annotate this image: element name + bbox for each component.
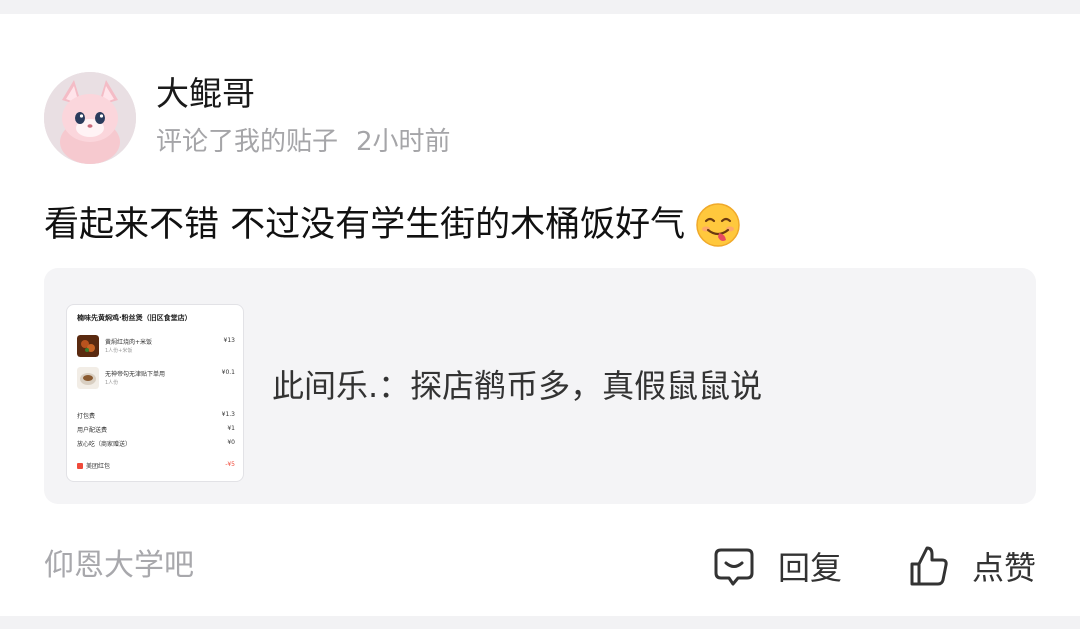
coupon-icon <box>77 462 83 469</box>
thumb-shop-title: 楠味先黄焖鸡·粉丝煲（旧区食堂店） <box>77 314 192 322</box>
like-button[interactable]: 点赞 <box>908 542 1036 590</box>
forum-name[interactable]: 仰恩大学吧 <box>44 546 194 586</box>
action-text: 评论了我的贴子 <box>156 127 339 157</box>
reply-label: 回复 <box>778 549 843 587</box>
quoted-post-text: 此间乐.：探店鹡币多，真假鼠鼠说 <box>272 367 763 405</box>
avatar[interactable] <box>44 72 136 164</box>
thumb-fee-row: 放心吃（商家赠送） ¥0 <box>77 439 235 449</box>
thumb-fee-value: ¥0 <box>227 439 235 446</box>
food-image-icon <box>77 367 99 389</box>
avatar-image <box>44 72 136 164</box>
food-image-icon <box>77 335 99 357</box>
comment-text-row: 看起来不错 不过没有学生街的木桶饭好气 <box>44 200 741 250</box>
thumb-fee-label: 放心吃（商家赠送） <box>77 441 132 448</box>
timestamp: 2小时前 <box>356 127 451 157</box>
thumb-coupon-label-wrap: 美团红包 <box>77 461 110 470</box>
thumb-coupon-row: 美团红包 -¥5 <box>77 461 235 471</box>
reply-button[interactable]: 回复 <box>712 542 842 590</box>
thumb-fee-row: 打包费 ¥1.3 <box>77 411 235 421</box>
thumb-item-name: 黄焖红烧肉+米饭 <box>105 339 153 346</box>
thumb-item-name: 无神帝勾无津贴下单用 <box>105 371 166 378</box>
thumb-fee-label: 打包费 <box>77 413 96 420</box>
thumb-item-row: 无神帝勾无津贴下单用 1人份 ¥0.1 <box>77 367 235 393</box>
thumb-fee-label: 用户配送费 <box>77 427 108 434</box>
notification-card[interactable]: 大鲲哥 评论了我的贴子 2小时前 看起来不错 不过没有学生街的木桶饭好气 楠味先黄… <box>0 14 1080 616</box>
thumb-item-price: ¥0.1 <box>221 369 235 376</box>
thumbs-up-icon <box>910 546 948 586</box>
thumb-coupon-value: -¥5 <box>225 461 235 468</box>
thumb-item-row: 黄焖红烧肉+米饭 1人份+米饭 ¥13 <box>77 335 235 361</box>
thumb-fee-value: ¥1 <box>227 425 235 432</box>
thumb-item-price: ¥13 <box>223 337 235 344</box>
thumb-coupon-label: 美团红包 <box>86 463 111 470</box>
thumb-fee-value: ¥1.3 <box>221 411 235 418</box>
quoted-post-thumbnail: 楠味先黄焖鸡·粉丝煲（旧区食堂店） 黄焖红烧肉+米饭 1人份+米饭 ¥13 无神… <box>66 304 244 482</box>
notification-meta: 评论了我的贴子 2小时前 <box>156 125 451 159</box>
thumb-item-sub: 1人份+米饭 <box>105 348 133 354</box>
yum-face-emoji-icon <box>696 203 740 247</box>
thumb-item-sub: 1人份 <box>105 380 119 386</box>
thumb-fee-row: 用户配送费 ¥1 <box>77 425 235 435</box>
username[interactable]: 大鲲哥 <box>156 74 255 114</box>
quoted-post[interactable]: 楠味先黄焖鸡·粉丝煲（旧区食堂店） 黄焖红烧肉+米饭 1人份+米饭 ¥13 无神… <box>44 268 1036 504</box>
comment-text: 看起来不错 不过没有学生街的木桶饭好气 <box>44 205 686 245</box>
reply-bubble-icon <box>714 548 754 586</box>
like-label: 点赞 <box>972 549 1037 587</box>
